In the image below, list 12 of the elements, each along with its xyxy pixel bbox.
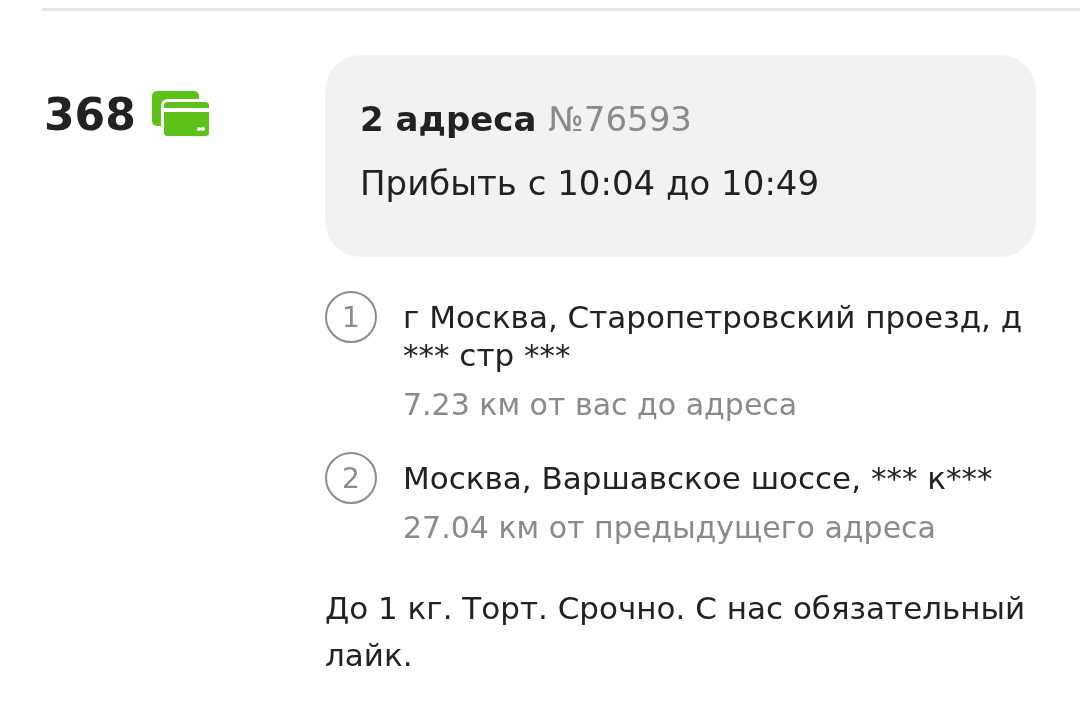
order-note: До 1 кг. Торт. Срочно. С нас обязательный лайк. [325, 589, 1027, 675]
price: 368 [44, 90, 136, 140]
address-text: Москва, Варшавское шоссе, *** к*** [403, 459, 994, 497]
step-number: 1 [325, 291, 377, 343]
distance-text: 7.23 км от вас до адреса [403, 386, 799, 424]
order-number: №76593 [548, 99, 692, 139]
order-title: 2 адреса [360, 99, 537, 139]
arrival-time: Прибыть с 10:04 до 10:49 [360, 163, 821, 203]
address-text: г Москва, Старопетровский проезд, д *** стр *** [403, 298, 1024, 374]
step-number: 2 [325, 452, 377, 504]
distance-text: 27.04 км от предыдущего адреса [403, 509, 937, 547]
credit-cards-icon [151, 91, 212, 139]
